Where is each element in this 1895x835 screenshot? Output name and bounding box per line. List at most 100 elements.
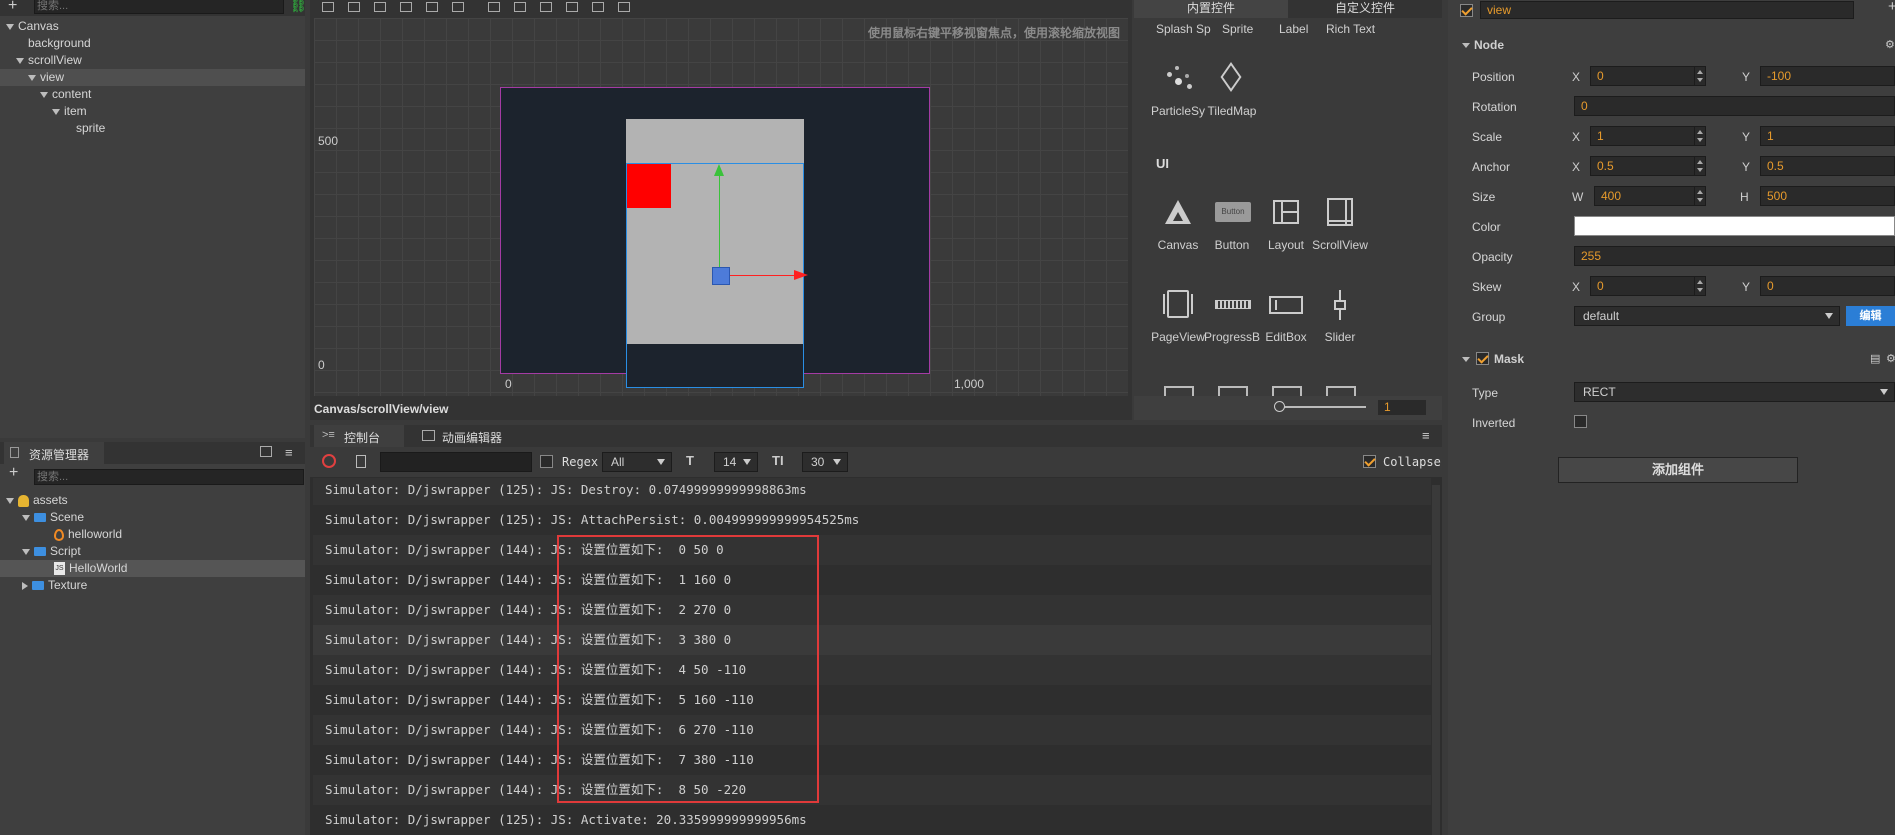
open-log-file-icon[interactable] — [356, 455, 366, 468]
settings-gear-icon[interactable]: ⚙ — [1885, 38, 1895, 51]
align-right-icon[interactable] — [374, 2, 386, 12]
tab-console[interactable]: >≡ 控制台 — [314, 425, 404, 447]
zoom-slider-track[interactable] — [1276, 406, 1366, 408]
collapse-arrow-icon[interactable] — [22, 581, 28, 590]
expand-arrow-icon[interactable] — [1462, 43, 1470, 49]
align-vcenter-icon[interactable] — [426, 2, 438, 12]
stepper-icon[interactable] — [1694, 67, 1705, 85]
tree-item-item[interactable]: item — [0, 103, 87, 120]
stepper-icon[interactable] — [1694, 157, 1705, 175]
node-active-checkbox[interactable] — [1460, 4, 1473, 17]
tree-item-canvas[interactable]: Canvas — [0, 18, 59, 35]
expand-arrow-icon[interactable] — [52, 108, 60, 115]
scene-viewport[interactable]: 使用鼠标右键平移视窗焦点，使用滚轮缩放视图 500 0 0 500 1,000 — [314, 18, 1128, 396]
distribute-vcenter-icon[interactable] — [592, 2, 604, 12]
widget-canvas[interactable]: Canvas — [1150, 196, 1206, 252]
widget-pageview[interactable]: PageView — [1150, 288, 1206, 344]
font-size-select[interactable]: 14 — [714, 452, 758, 472]
group-select[interactable]: default — [1574, 306, 1840, 326]
move-gizmo-x-line[interactable] — [719, 275, 799, 276]
size-h-input[interactable]: 500 — [1760, 186, 1895, 206]
assets-search-input[interactable] — [34, 469, 304, 485]
widget-rich-text[interactable]: Rich Text — [1326, 22, 1375, 36]
anchor-y-input[interactable]: 0.5 — [1760, 156, 1895, 176]
widget-button[interactable]: Button Button — [1204, 196, 1260, 252]
tree-item-sprite[interactable]: sprite — [0, 120, 105, 137]
skew-y-input[interactable]: 0 — [1760, 276, 1895, 296]
tab-animation-editor[interactable]: 动画编辑器 — [416, 425, 526, 447]
scale-x-input[interactable]: 1 — [1590, 126, 1706, 146]
move-gizmo-x-arrow-icon[interactable] — [794, 270, 808, 280]
widget-label[interactable]: Label — [1279, 22, 1308, 36]
size-w-input[interactable]: 400 — [1594, 186, 1706, 206]
hierarchy-search-input[interactable] — [34, 0, 284, 14]
collapse-checkbox[interactable] — [1363, 455, 1376, 468]
widget-scrollview[interactable]: ScrollView — [1312, 196, 1368, 252]
move-gizmo-center[interactable] — [712, 267, 730, 285]
expand-arrow-icon[interactable] — [40, 91, 48, 98]
assets-tab[interactable]: 资源管理器 — [4, 442, 104, 464]
distribute-left-icon[interactable] — [488, 2, 500, 12]
console-menu-icon[interactable]: ≡ — [1422, 428, 1430, 443]
asset-folder-texture[interactable]: Texture — [0, 577, 87, 594]
add-node-icon[interactable]: + — [8, 0, 17, 15]
widget-particle-system[interactable]: ParticleSy — [1150, 62, 1206, 118]
console-scrollbar[interactable] — [1432, 485, 1440, 835]
stepper-icon[interactable] — [1694, 187, 1705, 205]
widget-tiledmap[interactable]: TiledMap — [1204, 62, 1260, 118]
log-level-select[interactable]: All — [602, 452, 672, 472]
expand-arrow-icon[interactable] — [22, 514, 30, 521]
tab-builtin[interactable]: 内置控件 — [1134, 0, 1288, 18]
asset-script-helloworld[interactable]: JS HelloWorld — [0, 560, 305, 577]
move-gizmo-y-arrow-icon[interactable] — [714, 164, 724, 176]
asset-folder-script[interactable]: Script — [0, 543, 81, 560]
align-hcenter-icon[interactable] — [348, 2, 360, 12]
stepper-icon[interactable] — [1694, 127, 1705, 145]
tree-item-scrollview[interactable]: scrollView — [0, 52, 82, 69]
expand-arrow-icon[interactable] — [6, 23, 14, 30]
anchor-x-input[interactable]: 0.5 — [1590, 156, 1706, 176]
node-name-input[interactable]: view — [1480, 1, 1854, 19]
asset-folder-scene[interactable]: Scene — [0, 509, 84, 526]
add-asset-icon[interactable]: + — [9, 464, 18, 482]
clear-console-icon[interactable] — [322, 454, 336, 468]
zoom-value-field[interactable]: 1 — [1378, 400, 1426, 415]
align-left-icon[interactable] — [322, 2, 334, 12]
widget-sprite[interactable]: Sprite — [1222, 22, 1253, 36]
align-bottom-icon[interactable] — [452, 2, 464, 12]
widget-editbox[interactable]: EditBox — [1258, 288, 1314, 344]
move-gizmo-y-line[interactable] — [719, 176, 720, 276]
expand-arrow-icon[interactable] — [1462, 357, 1470, 363]
link-icon[interactable]: ⛓ — [290, 0, 307, 14]
tab-custom[interactable]: 自定义控件 — [1288, 0, 1442, 18]
distribute-bottom-icon[interactable] — [618, 2, 630, 12]
distribute-hcenter-icon[interactable] — [514, 2, 526, 12]
popout-icon[interactable] — [260, 446, 272, 457]
widget-slider[interactable]: Slider — [1312, 288, 1368, 344]
edit-group-button[interactable]: 编辑 — [1846, 306, 1895, 326]
asset-scene-helloworld[interactable]: helloworld — [0, 526, 122, 543]
widget-progressbar[interactable]: ProgressB — [1204, 288, 1260, 344]
expand-arrow-icon[interactable] — [22, 548, 30, 555]
opacity-input[interactable]: 255 — [1574, 246, 1895, 266]
align-top-icon[interactable] — [400, 2, 412, 12]
position-y-input[interactable]: -100 — [1760, 66, 1895, 86]
position-x-input[interactable]: 0 — [1590, 66, 1706, 86]
widget-splash-sprite[interactable]: Splash Sp — [1156, 22, 1211, 36]
tree-item-background[interactable]: background — [0, 35, 91, 52]
node-section-header[interactable]: Node — [1462, 38, 1504, 52]
help-book-icon[interactable]: ▤ — [1870, 352, 1880, 365]
widget-layout[interactable]: Layout — [1258, 196, 1314, 252]
rotation-input[interactable]: 0 — [1574, 96, 1895, 116]
tree-item-view[interactable]: view — [0, 69, 305, 86]
add-icon[interactable]: + — [1888, 0, 1895, 15]
line-height-select[interactable]: 30 — [802, 452, 848, 472]
skew-x-input[interactable]: 0 — [1590, 276, 1706, 296]
settings-gear-icon[interactable]: ⚙ — [1886, 352, 1895, 365]
red-item-sprite[interactable] — [627, 164, 671, 208]
scale-y-input[interactable]: 1 — [1760, 126, 1895, 146]
zoom-slider-thumb[interactable] — [1274, 401, 1285, 412]
add-component-button[interactable]: 添加组件 — [1558, 457, 1798, 483]
distribute-top-icon[interactable] — [566, 2, 578, 12]
color-swatch[interactable] — [1574, 216, 1895, 236]
